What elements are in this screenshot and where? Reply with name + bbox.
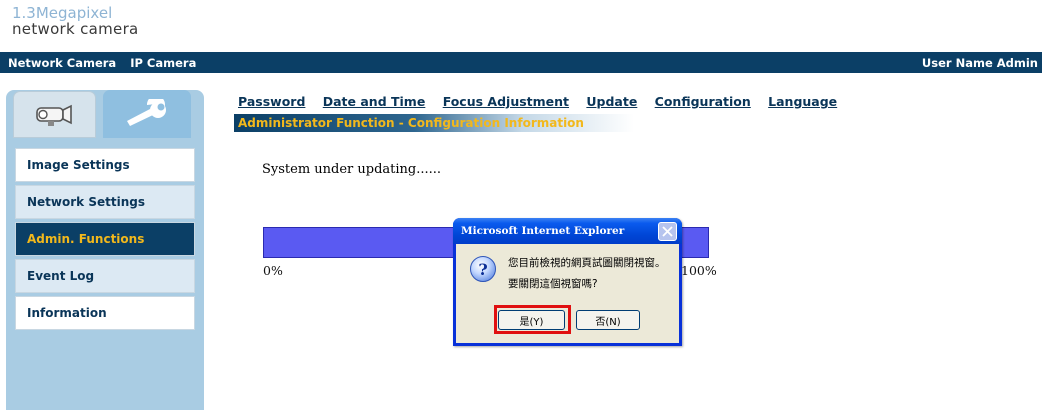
logo-line-1: 1.3Megapixel <box>12 4 113 22</box>
menu-network-settings[interactable]: Network Settings <box>15 185 195 219</box>
brand-logo: 1.3Megapixel network camera <box>12 5 139 37</box>
update-status-text: System under updating...... <box>262 162 442 177</box>
dialog-title: Microsoft Internet Explorer <box>461 225 625 237</box>
link-password[interactable]: Password <box>234 94 305 109</box>
dialog-message-line-2: 要關閉這個視窗嗎? <box>508 278 598 290</box>
dialog-message-line-1: 您目前檢視的網頁試圖關閉視窗。 <box>508 257 666 269</box>
tab-camera[interactable] <box>13 91 96 138</box>
section-title: Administrator Function - Configuration I… <box>234 114 634 132</box>
tab-tools[interactable] <box>103 90 191 138</box>
admin-nav-links: Password Date and Time Focus Adjustment … <box>234 94 846 109</box>
question-icon: ? <box>470 256 496 282</box>
top-bar: Network Camera IP Camera User Name Admin <box>0 52 1042 73</box>
yes-button[interactable]: 是(Y) <box>498 310 565 330</box>
link-configuration[interactable]: Configuration <box>651 94 751 109</box>
no-button[interactable]: 否(N) <box>576 310 640 330</box>
user-name-label: User Name Admin <box>921 56 1038 70</box>
admin-menu: Image Settings Network Settings Admin. F… <box>15 148 195 333</box>
menu-admin-functions[interactable]: Admin. Functions <box>15 222 195 256</box>
topbar-network-camera: Network Camera <box>8 56 117 70</box>
dialog-title-bar: Microsoft Internet Explorer <box>453 218 682 244</box>
link-language[interactable]: Language <box>764 94 837 109</box>
menu-image-settings[interactable]: Image Settings <box>15 148 195 182</box>
close-icon <box>662 226 673 237</box>
menu-information[interactable]: Information <box>15 296 195 330</box>
topbar-ip-camera: IP Camera <box>130 56 197 70</box>
dialog-close-button[interactable] <box>658 222 677 241</box>
link-focus-adjustment[interactable]: Focus Adjustment <box>439 94 569 109</box>
link-date-and-time[interactable]: Date and Time <box>319 94 426 109</box>
logo-line-2: network camera <box>12 20 139 38</box>
link-update[interactable]: Update <box>582 94 637 109</box>
wrench-icon <box>127 99 166 126</box>
confirm-close-dialog: Microsoft Internet Explorer ? 您目前檢視的網頁試圖… <box>453 218 682 346</box>
left-panel: Image Settings Network Settings Admin. F… <box>6 90 204 410</box>
camera-icon <box>35 104 72 126</box>
menu-event-log[interactable]: Event Log <box>15 259 195 293</box>
progress-end-label: 100% <box>681 263 717 278</box>
progress-start-label: 0% <box>263 263 283 278</box>
